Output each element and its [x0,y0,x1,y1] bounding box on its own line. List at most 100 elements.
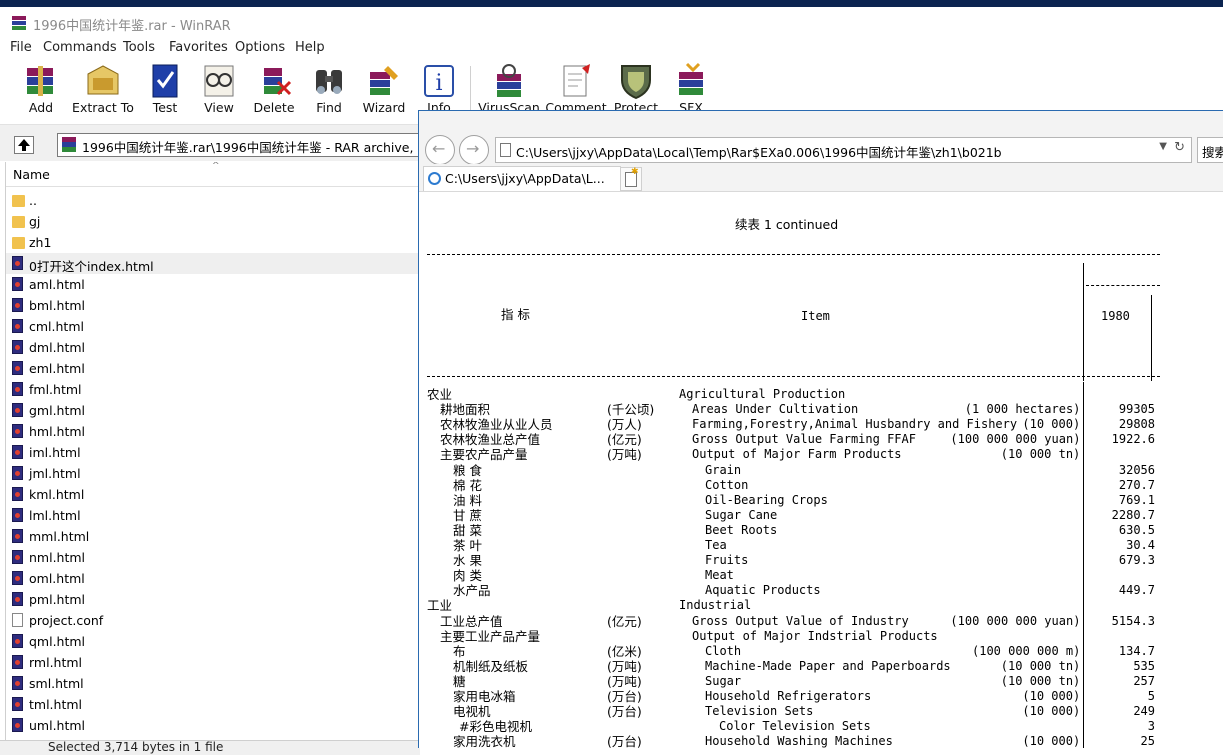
file-row[interactable]: jml.html [6,463,420,484]
url-text: C:\Users\jjxy\AppData\Local\Temp\Rar$EXa… [516,145,1002,160]
file-row[interactable]: oml.html [6,568,420,589]
row-label-en: Gross Output Value of Industry [692,613,909,628]
file-row[interactable]: rml.html [6,652,420,673]
file-row[interactable]: dml.html [6,337,420,358]
row-unit-zh: (万台) [607,734,642,748]
forward-arrow-icon: → [466,139,480,158]
file-row[interactable]: cml.html [6,316,420,337]
file-row[interactable]: gj [6,211,420,232]
row-label-en: Machine-Made Paper and Paperboards [705,658,951,673]
row-label-en: Television Sets [705,704,814,719]
menu-tools[interactable]: Tools [123,40,155,55]
document-content: 续表 1 continued 指 标 Item 1980 农业 Agricultu… [419,192,1223,748]
row-unit-en: (10 000) [1022,704,1081,719]
file-name: hml.html [29,424,86,439]
search-field[interactable]: 搜索 [1197,137,1223,163]
file-row[interactable]: uml.html [6,715,420,736]
html-file-icon [12,382,23,396]
window-title-bar[interactable]: 1996中国统计年鉴.rar - WinRAR [0,7,1223,38]
row-label-zh: #彩色电视机 [459,719,532,735]
file-name: fml.html [29,382,82,397]
file-row[interactable]: .. [6,190,420,211]
row-label-zh: 油 料 [453,492,482,508]
add-archive-icon [27,66,53,96]
tab-document[interactable]: C:\Users\jjxy\AppData\L... [423,166,621,191]
file-row[interactable]: zh1 [6,232,420,253]
file-row[interactable]: 0打开这个index.html [6,253,420,274]
file-name: rml.html [29,655,83,670]
url-field[interactable]: C:\Users\jjxy\AppData\Local\Temp\Rar$EXa… [495,137,1192,163]
row-label-zh: 糖 [453,673,466,689]
file-name: 0打开这个index.html [29,259,154,274]
back-button[interactable]: ← [425,135,455,165]
menu-commands[interactable]: Commands [43,40,117,55]
file-row[interactable]: iml.html [6,442,420,463]
row-value: 99305 [1118,402,1155,417]
file-row[interactable]: lml.html [6,505,420,526]
file-row[interactable]: kml.html [6,484,420,505]
column-divider [1083,263,1084,381]
up-folder-button[interactable] [14,136,34,154]
archive-icon [62,137,76,152]
new-tab-button[interactable]: ✱ [620,167,642,191]
row-label-zh: 水产品 [453,583,491,599]
file-name: kml.html [29,487,85,502]
html-file-icon [12,550,23,564]
file-row[interactable]: gml.html [6,400,420,421]
row-label-en: Tea [705,538,727,552]
extract-to-button[interactable]: Extract To [72,60,134,122]
file-row[interactable]: eml.html [6,358,420,379]
file-row[interactable]: fml.html [6,379,420,400]
column-name-label: Name [13,167,50,182]
url-dropdown-icon[interactable]: ▼ [1159,141,1167,152]
file-icon [12,613,23,627]
file-row[interactable]: mml.html [6,526,420,547]
row-label-zh: 粮 食 [453,462,482,478]
file-name: nml.html [29,550,86,565]
row-value: 249 [1133,704,1155,719]
row-label-en: Household Refrigerators [705,689,872,703]
row-unit-en: (10 000 tn) [1000,447,1081,462]
file-name: bml.html [29,298,86,313]
row-value: 535 [1133,658,1155,673]
file-row[interactable]: bml.html [6,295,420,316]
winrar-app-icon [12,16,26,30]
menu-file[interactable]: File [10,40,32,55]
file-row[interactable]: tml.html [6,694,420,715]
file-row[interactable]: pml.html [6,589,420,610]
row-label-en: Agricultural Production [679,387,846,401]
row-label-zh: 甜 菜 [453,522,482,538]
row-unit-zh: (千公顷) [607,402,655,418]
file-name: dml.html [29,340,86,355]
file-row[interactable]: hml.html [6,421,420,442]
row-label-en: Meat [705,568,734,583]
add-button[interactable]: Add [14,60,68,122]
file-row[interactable]: sml.html [6,673,420,694]
row-label-zh: 耕地面积 [440,402,491,418]
row-label-zh: 甘 蔗 [453,507,482,523]
row-label-zh: 水 果 [453,553,482,569]
file-row[interactable]: aml.html [6,274,420,295]
row-label-zh: 茶 叶 [453,538,482,553]
column-header-name[interactable]: Name ^ [6,162,420,187]
row-label-en: Industrial [679,598,752,613]
file-name: lml.html [29,508,81,523]
menu-favorites[interactable]: Favorites [169,40,228,55]
html-file-icon [12,277,23,291]
row-unit-en: (100 000 000 yuan) [950,432,1081,447]
forward-button[interactable]: → [459,135,489,165]
file-row[interactable]: project.conf [6,610,420,631]
row-label-en: Areas Under Cultivation [692,402,859,417]
row-label-zh: 农林牧渔业从业人员 [440,417,553,433]
file-row[interactable]: qml.html [6,631,420,652]
menu-options[interactable]: Options [235,40,285,55]
refresh-icon[interactable]: ↻ [1174,140,1185,155]
row-value: 270.7 [1118,477,1155,492]
file-name: qml.html [29,634,86,649]
menu-help[interactable]: Help [295,40,325,55]
file-row[interactable]: nml.html [6,547,420,568]
row-label-en: Cotton [705,477,749,492]
test-icon [152,64,178,98]
row-unit-zh: (万吨) [607,673,642,689]
archive-path-field[interactable]: 1996中国统计年鉴.rar\1996中国统计年鉴 - RAR archive,… [57,133,429,157]
